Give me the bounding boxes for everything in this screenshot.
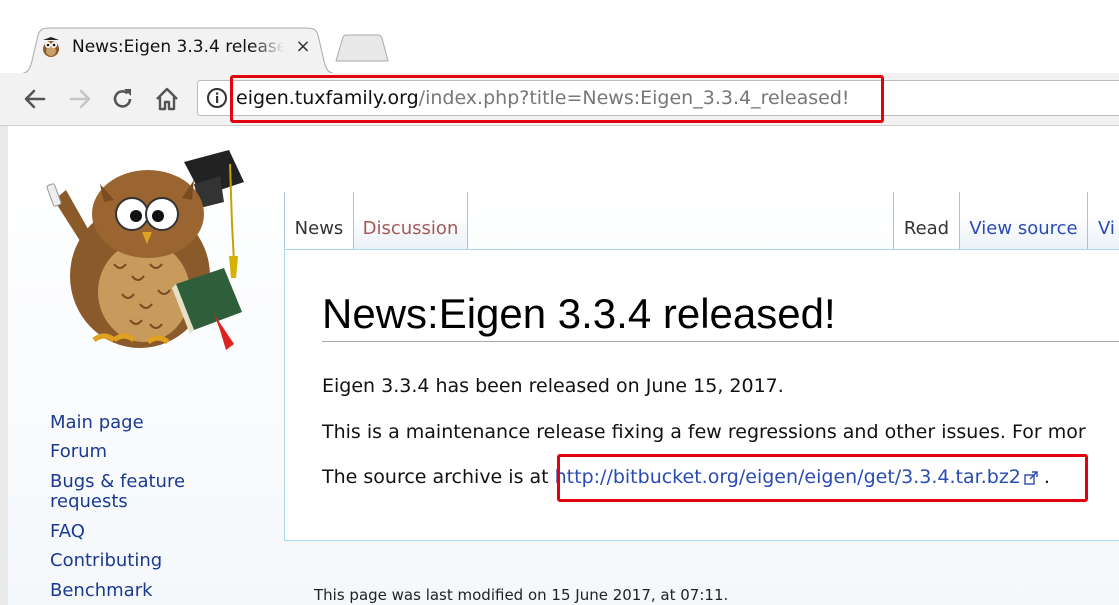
back-button[interactable] (20, 84, 50, 114)
owl-logo[interactable] (44, 144, 244, 356)
forward-arrow-icon (69, 89, 91, 109)
tab-view-source[interactable]: View source (959, 192, 1087, 250)
source-archive-link[interactable]: http://bitbucket.org/eigen/eigen/get/3.3… (555, 466, 1021, 488)
sidebar-link-benchmark[interactable]: Benchmark (50, 580, 153, 602)
external-link-icon (1024, 470, 1038, 485)
page-title: News:Eigen 3.3.4 released! (322, 290, 836, 337)
title-divider (322, 341, 1119, 342)
url-host: eigen.tuxfamily.org (236, 87, 419, 109)
tab-title[interactable]: News:Eigen 3.3.4 released! (72, 35, 284, 59)
sidebar-link-faq[interactable]: FAQ (50, 521, 85, 543)
home-icon (156, 87, 178, 111)
tab-read[interactable]: Read (893, 192, 959, 250)
tab-news[interactable]: News (284, 192, 353, 250)
forward-button[interactable] (65, 84, 95, 114)
sidebar-link-bugs-requests[interactable]: requests (50, 491, 128, 513)
page-left-edge (0, 126, 8, 605)
tab-close-button[interactable]: × (293, 36, 313, 58)
tab-view-history[interactable]: Vi (1087, 192, 1119, 250)
last-modified-footer: This page was last modified on 15 June 2… (314, 586, 729, 604)
home-button[interactable] (152, 84, 182, 114)
paragraph-release-date: Eigen 3.3.4 has been released on June 15… (322, 375, 784, 397)
reload-button[interactable] (108, 84, 138, 114)
sidebar-link-contributing[interactable]: Contributing (50, 550, 162, 572)
back-arrow-icon (24, 89, 46, 109)
new-tab-icon[interactable] (334, 34, 390, 62)
source-archive-prefix: The source archive is at (322, 466, 555, 488)
url-path: /index.php?title=News:Eigen_3.3.4_releas… (418, 87, 850, 109)
sidebar-link-main-page[interactable]: Main page (50, 412, 144, 434)
source-archive-suffix: . (1037, 466, 1050, 488)
reload-icon (113, 89, 132, 108)
info-icon[interactable] (206, 87, 228, 109)
url-text[interactable]: eigen.tuxfamily.org/index.php?title=News… (236, 84, 850, 112)
paragraph-description: This is a maintenance release fixing a f… (322, 421, 1086, 443)
paragraph-source-archive: The source archive is at http://bitbucke… (322, 464, 1050, 490)
sidebar-link-forum[interactable]: Forum (50, 441, 107, 463)
tab-discussion[interactable]: Discussion (353, 192, 468, 250)
owl-favicon-icon (43, 37, 59, 57)
sidebar-link-bugs[interactable]: Bugs & feature (50, 471, 185, 493)
